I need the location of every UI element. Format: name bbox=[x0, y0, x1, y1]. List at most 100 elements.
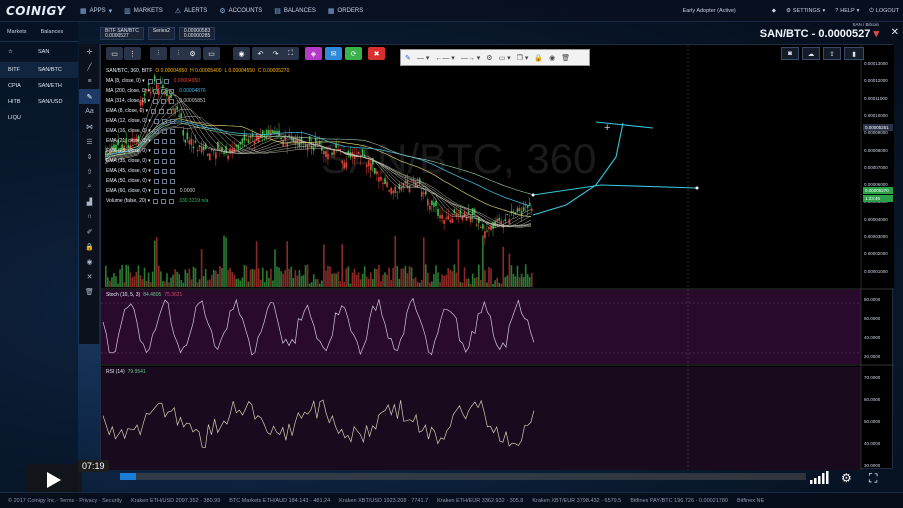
tab-balances[interactable]: Balances bbox=[34, 29, 71, 35]
cloud-icon[interactable]: ☁ bbox=[802, 47, 820, 60]
sidebar-row-cpia[interactable]: CPIA SAN/ETH bbox=[0, 78, 78, 94]
sidebar-row-liqu[interactable]: LIQU bbox=[0, 110, 78, 126]
snapshot-icon[interactable]: ◙ bbox=[781, 47, 799, 60]
indicator-toggle-icon[interactable] bbox=[161, 178, 167, 184]
indicator-toggle-icon[interactable] bbox=[153, 118, 159, 124]
pencil-icon[interactable]: ✎ bbox=[405, 54, 411, 62]
cloud-upload-icon[interactable]: ⇪ bbox=[823, 47, 841, 60]
template-icon[interactable]: ▭ ▾ bbox=[499, 54, 511, 62]
indicator-row[interactable]: EMA (25, close, 0) ▾ bbox=[106, 146, 180, 156]
indicator-toggle-icon[interactable] bbox=[161, 198, 167, 204]
indicator-row[interactable]: MA (314, close, 0) ▾ 0.00005851 bbox=[106, 96, 206, 106]
indicator-toggle-icon[interactable] bbox=[161, 168, 167, 174]
indicator-toggle-icon[interactable] bbox=[153, 158, 159, 164]
refresh-icon[interactable]: ⟳ bbox=[345, 47, 362, 60]
stop-icon[interactable]: ✖ bbox=[368, 47, 385, 60]
arrow-icon[interactable]: ⇧ bbox=[79, 164, 100, 179]
indicator-toggle-icon[interactable] bbox=[169, 168, 175, 174]
indicator-toggle-icon[interactable] bbox=[169, 118, 175, 124]
indicator-row[interactable]: EMA (60, close, 0) ▾ 0.0000 bbox=[106, 186, 195, 196]
indicator-row[interactable]: EMA (50, close, 0) ▾ bbox=[106, 176, 180, 186]
crosshair-icon[interactable]: ✛ bbox=[79, 44, 100, 59]
indicator-toggle-icon[interactable] bbox=[153, 168, 159, 174]
eye-icon[interactable]: ◉ bbox=[549, 54, 555, 62]
lock-icon[interactable]: 🔒 bbox=[79, 239, 100, 254]
indicator-toggle-icon[interactable] bbox=[153, 178, 159, 184]
indicator-row[interactable]: EMA (35, close, 0) ▾ bbox=[106, 156, 180, 166]
indicator-toggle-icon[interactable] bbox=[153, 98, 159, 104]
ticker-item[interactable]: Bitfinex PAY/BTC 196.726 · 0.00021780 bbox=[630, 498, 728, 504]
tab-markets[interactable]: Markets bbox=[0, 29, 34, 35]
indicator-row[interactable]: MA (200, close, 0) ▾ 0.00004876 bbox=[106, 86, 206, 96]
ticker-item[interactable]: Kraken XBT/EUR 3798.432 · 6579.5 bbox=[532, 498, 621, 504]
indicator-toggle-icon[interactable] bbox=[169, 88, 175, 94]
ticker-item[interactable]: Kraken XBT/USD 1923.208 · 7741.7 bbox=[339, 498, 428, 504]
gear-icon[interactable]: ⚙ bbox=[841, 471, 852, 485]
expand-icon[interactable]: ⛶ bbox=[282, 47, 299, 60]
star-icon[interactable]: ☆ bbox=[0, 49, 38, 55]
indicator-toggle-icon[interactable] bbox=[161, 118, 167, 124]
video-progress[interactable] bbox=[120, 473, 806, 480]
indicator-toggle-icon[interactable] bbox=[161, 88, 167, 94]
pencil-icon[interactable]: ✐ bbox=[79, 224, 100, 239]
nav-alerts[interactable]: ⚠ ALERTS bbox=[175, 7, 208, 15]
nav-markets[interactable]: ▥ MARKETS bbox=[124, 7, 163, 15]
indicator-row[interactable]: EMA (45, close, 0) ▾ bbox=[106, 166, 180, 176]
indicator-toggle-icon[interactable] bbox=[150, 108, 156, 114]
zoom-icon[interactable]: ⌕ bbox=[79, 179, 100, 194]
app-logo[interactable]: COINIGY bbox=[0, 4, 68, 18]
delete-icon[interactable]: 🗑 bbox=[561, 54, 570, 62]
brush-icon[interactable]: ✎ bbox=[79, 89, 100, 104]
indicator-toggle-icon[interactable] bbox=[166, 108, 172, 114]
sidebar-row-favorites[interactable]: ☆ SAN bbox=[0, 44, 78, 60]
magnet-icon[interactable]: ∩ bbox=[79, 209, 100, 224]
indicator-toggle-icon[interactable] bbox=[153, 88, 159, 94]
indicator-toggle-icon[interactable] bbox=[158, 108, 164, 114]
settings-icon[interactable]: ⚙ bbox=[184, 47, 201, 60]
nav-orders[interactable]: ▦ ORDERS bbox=[328, 7, 363, 15]
chart-tab-san-btc[interactable]: BITF SAN/BTC 0.0000527 bbox=[100, 26, 144, 40]
ticker-item[interactable]: Kraken ETH/EUR 3362.932 · 305.8 bbox=[437, 498, 523, 504]
indicator-toggle-icon[interactable] bbox=[169, 188, 175, 194]
indicator-row[interactable]: EMA (12, close, 0) ▾ bbox=[106, 116, 180, 126]
notifications-button[interactable]: ◆ bbox=[772, 8, 776, 14]
trendline-icon[interactable]: ╱ bbox=[79, 59, 100, 74]
measure-icon[interactable]: ⇕ bbox=[79, 149, 100, 164]
price-chart[interactable]: SAN/BTC, 360 + bbox=[101, 45, 894, 470]
indicator-row[interactable]: EMA (8, close, 0) ▾ bbox=[106, 106, 177, 116]
color-icon[interactable]: ▮ bbox=[844, 47, 864, 60]
line-style-select[interactable]: — ▾ bbox=[417, 54, 429, 62]
indicator-row[interactable]: EMA (16, close, 0) ▾ bbox=[106, 126, 180, 136]
indicator-toggle-icon[interactable] bbox=[155, 78, 161, 84]
indicator-toggle-icon[interactable] bbox=[163, 78, 169, 84]
help-button[interactable]: ? HELP ▾ bbox=[835, 8, 859, 14]
clone-icon[interactable]: ❐ ▾ bbox=[517, 54, 529, 62]
settings-button[interactable]: ⚙ SETTINGS ▾ bbox=[786, 8, 825, 14]
text-icon[interactable]: Aa bbox=[79, 104, 100, 119]
sidebar-row-bitf[interactable]: BITF SAN/BTC bbox=[0, 62, 78, 78]
pattern-icon[interactable]: ⋈ bbox=[79, 119, 100, 134]
indicator-toggle-icon[interactable] bbox=[153, 188, 159, 194]
eye-icon[interactable]: ◉ bbox=[79, 254, 100, 269]
more-icon[interactable]: ⋮ bbox=[124, 47, 141, 60]
indicator-row[interactable]: EMA (21, close, 0) ▾ bbox=[106, 136, 180, 146]
indicator-toggle-icon[interactable] bbox=[169, 128, 175, 134]
volume-icon[interactable] bbox=[809, 471, 829, 487]
chart-area[interactable]: SAN/BTC, 360 + bbox=[100, 44, 894, 470]
indicator-toggle-icon[interactable] bbox=[161, 158, 167, 164]
line-end-select[interactable]: —→ ▾ bbox=[461, 54, 480, 62]
drawing-handle[interactable] bbox=[531, 193, 535, 197]
chat-icon[interactable]: ✉ bbox=[325, 47, 342, 60]
line-start-select[interactable]: ←— ▾ bbox=[435, 54, 454, 62]
indicator-toggle-icon[interactable] bbox=[161, 148, 167, 154]
indicator-toggle-icon[interactable] bbox=[169, 138, 175, 144]
indicator-toggle-icon[interactable] bbox=[153, 148, 159, 154]
close-icon[interactable]: ✕ bbox=[891, 27, 899, 38]
indicator-toggle-icon[interactable] bbox=[161, 128, 167, 134]
chart-tab-compare[interactable]: 0.00000583 0.00000285 bbox=[178, 26, 216, 40]
lock-icon[interactable]: 🔒 bbox=[534, 54, 543, 62]
indicator-row[interactable]: MA (8, close, 0) ▾ 0.00004950 bbox=[106, 76, 200, 86]
indicator-toggle-icon[interactable] bbox=[161, 98, 167, 104]
save-icon[interactable]: ▭ bbox=[203, 47, 220, 60]
lines-icon[interactable]: ≡ bbox=[79, 74, 100, 89]
